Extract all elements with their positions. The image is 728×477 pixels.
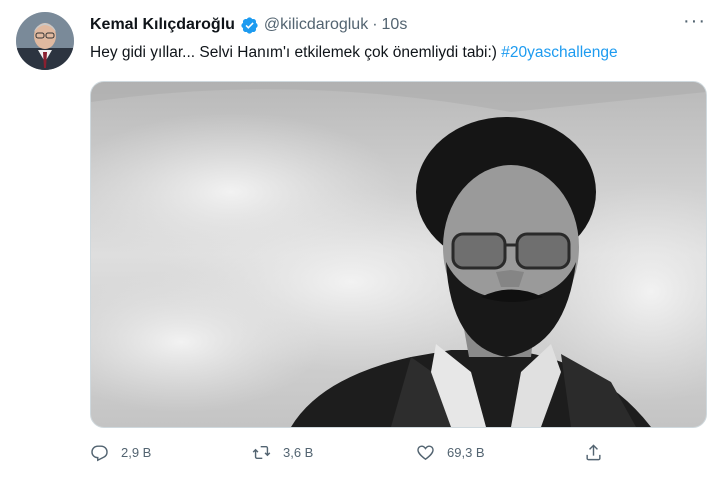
retweet-count: 3,6 B (283, 445, 314, 460)
share-icon (586, 444, 601, 461)
reply-button[interactable]: 2,9 B (90, 443, 151, 462)
tweet-body: Hey gidi yıllar... Selvi Hanım'ı etkilem… (90, 44, 502, 61)
share-button[interactable] (584, 443, 615, 462)
tweet-header: Kemal Kılıçdaroğlu @kilicdarogluk · 10s (90, 14, 708, 36)
more-options-icon[interactable]: ··· (683, 10, 706, 33)
tweet-timestamp[interactable]: 10s (382, 16, 408, 34)
reply-icon (91, 445, 108, 462)
author-handle[interactable]: @kilicdarogluk (264, 16, 368, 34)
like-count: 69,3 B (447, 445, 485, 460)
avatar[interactable] (16, 12, 74, 70)
retweet-button[interactable]: 3,6 B (252, 443, 313, 462)
tweet-text: Hey gidi yıllar... Selvi Hanım'ı etkilem… (90, 44, 714, 62)
heart-icon (417, 445, 434, 461)
tweet-photo[interactable] (90, 81, 707, 428)
verified-badge-icon (241, 16, 258, 34)
like-button[interactable]: 69,3 B (416, 443, 485, 462)
tweet-actions: 2,9 B 3,6 B 69,3 B (90, 443, 610, 467)
tweet-card[interactable]: Kemal Kılıçdaroğlu @kilicdarogluk · 10s … (0, 0, 728, 477)
separator-dot: · (372, 16, 378, 33)
retweet-icon (252, 446, 271, 459)
author-name[interactable]: Kemal Kılıçdaroğlu (90, 16, 235, 34)
reply-count: 2,9 B (121, 445, 152, 460)
hashtag-link[interactable]: #20yaschallenge (501, 44, 617, 61)
